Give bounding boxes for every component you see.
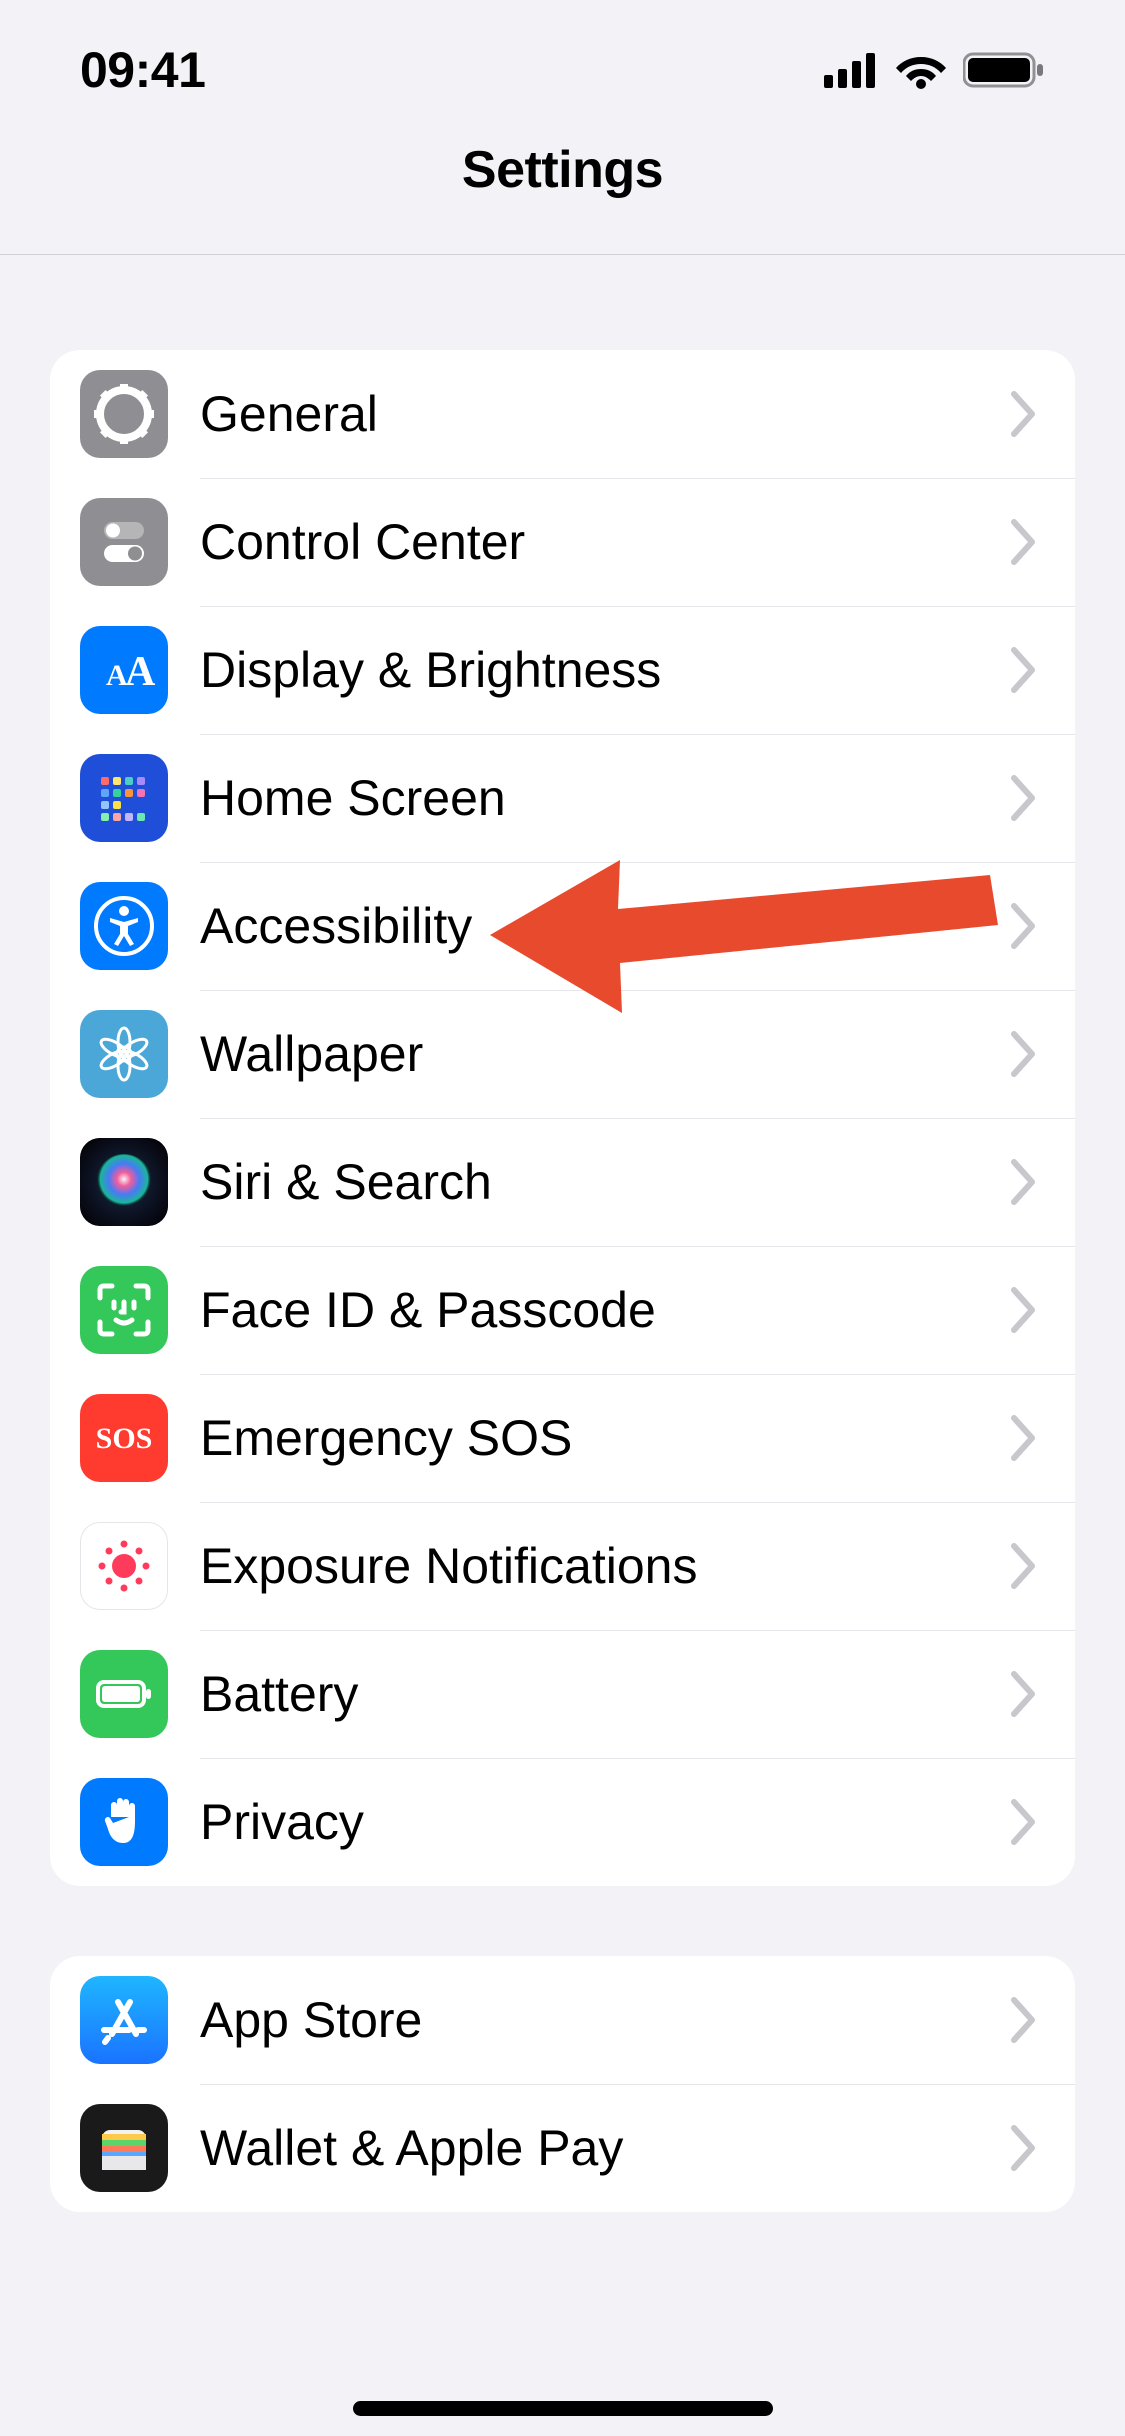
row-exposure-notifications[interactable]: Exposure Notifications <box>50 1502 1075 1630</box>
chevron-right-icon <box>1009 1031 1039 1077</box>
row-wallpaper[interactable]: Wallpaper <box>50 990 1075 1118</box>
row-label: Exposure Notifications <box>200 1537 999 1595</box>
row-label: App Store <box>200 1991 999 2049</box>
chevron-right-icon <box>1009 1159 1039 1205</box>
row-label: Home Screen <box>200 769 999 827</box>
home-indicator[interactable] <box>353 2401 773 2416</box>
nav-header: Settings <box>0 140 1125 254</box>
row-battery[interactable]: Battery <box>50 1630 1075 1758</box>
row-face-id-passcode[interactable]: Face ID & Passcode <box>50 1246 1075 1374</box>
svg-text:A: A <box>125 649 156 695</box>
row-label: Wallpaper <box>200 1025 999 1083</box>
row-control-center[interactable]: Control Center <box>50 478 1075 606</box>
wifi-icon <box>895 51 947 89</box>
battery-icon <box>963 51 1045 89</box>
row-general[interactable]: General <box>50 350 1075 478</box>
row-wallet-apple-pay[interactable]: Wallet & Apple Pay <box>50 2084 1075 2212</box>
row-label: Siri & Search <box>200 1153 999 1211</box>
page-title: Settings <box>462 140 663 200</box>
status-icons <box>824 51 1045 89</box>
row-display-brightness[interactable]: A A Display & Brightness <box>50 606 1075 734</box>
chevron-right-icon <box>1009 391 1039 437</box>
chevron-right-icon <box>1009 519 1039 565</box>
row-home-screen[interactable]: Home Screen <box>50 734 1075 862</box>
row-app-store[interactable]: App Store <box>50 1956 1075 2084</box>
chevron-right-icon <box>1009 647 1039 693</box>
exposure-icon <box>80 1522 168 1610</box>
status-bar: 09:41 <box>0 0 1125 140</box>
chevron-right-icon <box>1009 1415 1039 1461</box>
hand-icon <box>80 1778 168 1866</box>
chevron-right-icon <box>1009 1287 1039 1333</box>
flower-icon <box>80 1010 168 1098</box>
gear-icon <box>80 370 168 458</box>
row-label: Privacy <box>200 1793 999 1851</box>
row-label: Face ID & Passcode <box>200 1281 999 1339</box>
svg-text:SOS: SOS <box>96 1422 153 1455</box>
face-id-icon <box>80 1266 168 1354</box>
row-emergency-sos[interactable]: SOS Emergency SOS <box>50 1374 1075 1502</box>
row-accessibility[interactable]: Accessibility <box>50 862 1075 990</box>
chevron-right-icon <box>1009 1671 1039 1717</box>
chevron-right-icon <box>1009 1543 1039 1589</box>
chevron-right-icon <box>1009 903 1039 949</box>
row-label: General <box>200 385 999 443</box>
row-label: Accessibility <box>200 897 999 955</box>
toggles-icon <box>80 498 168 586</box>
settings-group-1: General Control Center <box>50 350 1075 1886</box>
wallet-icon <box>80 2104 168 2192</box>
chevron-right-icon <box>1009 775 1039 821</box>
battery-full-icon <box>80 1650 168 1738</box>
settings-group-2: App Store Wallet & Apple Pay <box>50 1956 1075 2212</box>
row-label: Control Center <box>200 513 999 571</box>
row-label: Emergency SOS <box>200 1409 999 1467</box>
row-label: Wallet & Apple Pay <box>200 2119 999 2177</box>
text-size-icon: A A <box>80 626 168 714</box>
chevron-right-icon <box>1009 2125 1039 2171</box>
siri-icon <box>80 1138 168 1226</box>
chevron-right-icon <box>1009 1799 1039 1845</box>
apps-grid-icon <box>80 754 168 842</box>
app-store-icon <box>80 1976 168 2064</box>
sos-icon: SOS <box>80 1394 168 1482</box>
row-label: Display & Brightness <box>200 641 999 699</box>
row-label: Battery <box>200 1665 999 1723</box>
header-divider <box>0 254 1125 255</box>
cellular-icon <box>824 53 879 88</box>
row-siri-search[interactable]: Siri & Search <box>50 1118 1075 1246</box>
ios-settings-screen: 09:41 Settings <box>0 0 1125 2436</box>
status-time: 09:41 <box>80 41 205 99</box>
settings-content: General Control Center <box>50 350 1075 2282</box>
chevron-right-icon <box>1009 1997 1039 2043</box>
row-privacy[interactable]: Privacy <box>50 1758 1075 1886</box>
accessibility-icon <box>80 882 168 970</box>
